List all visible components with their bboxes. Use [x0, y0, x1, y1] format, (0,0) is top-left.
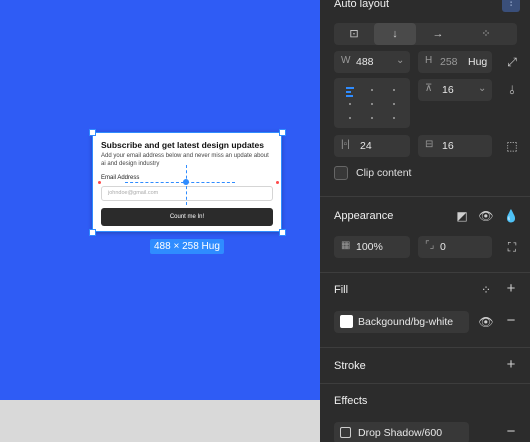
properties-panel: Auto layout ⫶ ⊡ ↓ → ⁘ W 488 ⌄ H 258 Hug … — [320, 0, 530, 442]
clip-content-label: Clip content — [356, 167, 412, 179]
card-title: Subscribe and get latest design updates — [101, 140, 264, 150]
horizontal-padding-value: 24 — [360, 140, 372, 152]
vertical-padding-field[interactable]: ⊟ 16 — [418, 135, 492, 157]
effect-style-field[interactable]: Drop Shadow/600 — [334, 422, 469, 442]
alignment-grid[interactable] — [334, 78, 410, 128]
divider — [320, 272, 530, 273]
opacity-value: 100% — [356, 241, 383, 253]
height-label: H — [425, 55, 433, 66]
horizontal-padding-field[interactable]: |▫| 24 — [334, 135, 410, 157]
resize-handle-top-left[interactable] — [89, 129, 96, 136]
horizontal-padding-icon: |▫| — [341, 139, 350, 150]
clip-content-checkbox[interactable] — [334, 166, 348, 180]
divider — [320, 383, 530, 384]
fill-title: Fill — [334, 284, 349, 296]
width-field[interactable]: W 488 ⌄ — [334, 51, 410, 73]
style-icon[interactable]: ◩ — [453, 207, 471, 225]
fill-style-field[interactable]: Backgound/bg-white — [334, 311, 469, 333]
remove-fill-icon[interactable]: − — [502, 312, 520, 330]
divider — [320, 196, 530, 197]
email-placeholder: johndoe@gmail.com — [108, 190, 159, 196]
individual-padding-icon[interactable]: ⬚ — [503, 137, 521, 155]
align-top-left-icon — [346, 87, 354, 99]
appearance-title: Appearance — [334, 210, 394, 222]
eye-icon[interactable]: 👁 — [477, 313, 495, 331]
layout-direction-group: ⊡ ↓ → ⁘ — [334, 23, 517, 45]
resize-handle-bottom-right[interactable] — [279, 229, 286, 236]
grid-layout-icon[interactable]: ⁘ — [466, 23, 506, 45]
layout-settings-icon[interactable]: ⫰ — [503, 81, 521, 99]
resize-to-fit-icon[interactable]: ⤢ — [503, 53, 521, 71]
padding-marker-left — [98, 181, 101, 184]
resize-handle-bottom-left[interactable] — [89, 229, 96, 236]
chevron-down-icon[interactable]: ⌄ — [478, 83, 486, 94]
height-value: 258 — [440, 56, 458, 68]
opacity-icon: ▦ — [341, 240, 351, 251]
effect-style-name: Drop Shadow/600 — [358, 427, 443, 439]
wrap-layout-icon[interactable]: ⊡ — [334, 23, 374, 45]
count-me-in-button[interactable]: Count me In! — [101, 208, 273, 226]
email-label: Email Address — [101, 175, 140, 181]
height-mode[interactable]: Hug — [468, 56, 487, 68]
height-field[interactable]: H 258 Hug — [418, 51, 492, 73]
fill-style-name: Backgound/bg-white — [358, 316, 454, 328]
vertical-padding-value: 16 — [442, 140, 454, 152]
remove-auto-layout-button[interactable]: ⫶ — [502, 0, 520, 12]
corner-radius-value: 0 — [440, 241, 446, 253]
horizontal-layout-icon[interactable]: → — [418, 23, 458, 45]
gap-icon: ⊼ — [425, 83, 433, 94]
width-label: W — [341, 55, 351, 66]
eye-icon[interactable]: 👁 — [477, 207, 495, 225]
auto-layout-title: Auto layout — [334, 0, 390, 10]
blend-mode-icon[interactable]: 💧 — [502, 207, 520, 225]
stroke-title: Stroke — [334, 360, 366, 372]
resize-handle-top-right[interactable] — [279, 129, 286, 136]
gap-value: 16 — [442, 84, 454, 96]
add-stroke-icon[interactable]: + — [502, 356, 520, 374]
opacity-field[interactable]: ▦ 100% — [334, 236, 410, 258]
divider — [320, 347, 530, 348]
remove-effect-icon[interactable]: − — [502, 423, 520, 441]
independent-corners-icon[interactable]: ⛶ — [503, 238, 521, 256]
width-value: 488 — [356, 56, 374, 68]
effects-title: Effects — [334, 395, 368, 407]
chevron-down-icon[interactable]: ⌄ — [396, 55, 404, 66]
drop-shadow-icon — [340, 427, 351, 438]
corner-radius-icon: ⌜⌟ — [425, 240, 435, 251]
add-fill-icon[interactable]: + — [502, 280, 520, 298]
fill-swatch[interactable] — [340, 315, 353, 328]
styles-grid-icon[interactable]: ⁘ — [477, 281, 495, 299]
corner-radius-field[interactable]: ⌜⌟ 0 — [418, 236, 492, 258]
center-handle[interactable] — [183, 179, 189, 185]
vertical-layout-icon[interactable]: ↓ — [374, 23, 416, 45]
gap-guide-vertical — [186, 165, 187, 205]
gap-guide-horizontal — [125, 182, 235, 183]
email-input[interactable]: johndoe@gmail.com — [101, 186, 273, 201]
padding-marker-right — [276, 181, 279, 184]
canvas[interactable]: Subscribe and get latest design updates … — [0, 0, 320, 442]
vertical-padding-icon: ⊟ — [425, 139, 434, 150]
size-badge: 488 × 258 Hug — [150, 239, 224, 254]
gap-field[interactable]: ⊼ 16 ⌄ — [418, 79, 492, 101]
